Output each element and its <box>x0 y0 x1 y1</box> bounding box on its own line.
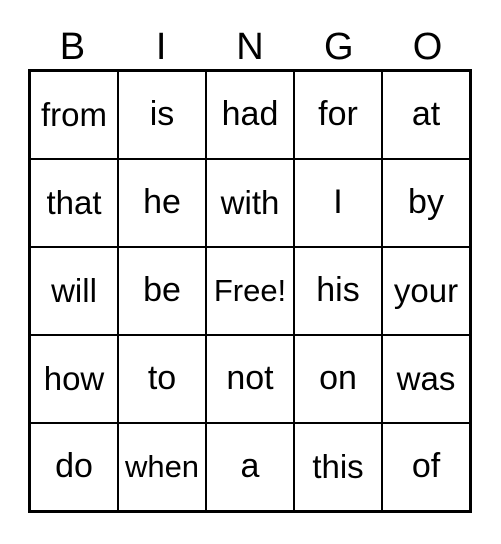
bingo-cell-o3[interactable]: your <box>381 248 469 334</box>
bingo-cell-g1[interactable]: for <box>293 72 381 158</box>
bingo-header-letter-g: G <box>324 26 354 68</box>
bingo-cell-o4[interactable]: was <box>381 336 469 422</box>
bingo-cell-g4[interactable]: on <box>293 336 381 422</box>
bingo-cell-label: had <box>221 95 279 134</box>
bingo-cell-label: when <box>124 448 200 484</box>
bingo-cell-n5[interactable]: a <box>205 424 293 510</box>
bingo-free-space-label: Free! <box>213 272 287 308</box>
bingo-card: B I N G O from is had for at that he wit… <box>0 0 501 544</box>
bingo-cell-n2[interactable]: with <box>205 160 293 246</box>
bingo-cell-label: his <box>316 271 360 310</box>
bingo-cell-b2[interactable]: that <box>31 160 117 246</box>
bingo-cell-o5[interactable]: of <box>381 424 469 510</box>
bingo-cell-label: I <box>333 183 343 222</box>
bingo-cell-label: with <box>220 183 280 221</box>
bingo-cell-label: be <box>143 271 181 310</box>
bingo-cell-i3[interactable]: be <box>117 248 205 334</box>
bingo-cell-o1[interactable]: at <box>381 72 469 158</box>
bingo-cell-b3[interactable]: will <box>31 248 117 334</box>
bingo-cell-b4[interactable]: how <box>31 336 117 422</box>
bingo-cell-label: this <box>312 447 364 485</box>
bingo-cell-label: that <box>46 183 102 221</box>
bingo-cell-n1[interactable]: had <box>205 72 293 158</box>
bingo-cell-label: to <box>147 359 177 398</box>
bingo-cell-label: was <box>396 359 456 397</box>
bingo-cell-label: at <box>411 95 441 134</box>
bingo-cell-b1[interactable]: from <box>31 72 117 158</box>
bingo-cell-label: from <box>41 95 107 133</box>
bingo-cell-o2[interactable]: by <box>381 160 469 246</box>
bingo-header-letter-n: N <box>236 26 264 68</box>
bingo-cell-label: how <box>43 359 105 397</box>
bingo-cell-label: a <box>240 447 260 486</box>
bingo-cell-b5[interactable]: do <box>31 424 117 510</box>
bingo-cell-label: of <box>411 447 441 486</box>
bingo-cell-g3[interactable]: his <box>293 248 381 334</box>
bingo-row: how to not on was <box>31 334 469 422</box>
bingo-row: will be Free! his your <box>31 246 469 334</box>
bingo-cell-label: your <box>393 271 459 309</box>
bingo-header-row: B I N G O <box>28 18 472 66</box>
bingo-cell-label: will <box>51 271 97 309</box>
bingo-row: from is had for at <box>31 72 469 158</box>
bingo-cell-label: he <box>143 183 181 222</box>
bingo-cell-label: for <box>318 95 358 134</box>
bingo-cell-g5[interactable]: this <box>293 424 381 510</box>
bingo-cell-free-space[interactable]: Free! <box>205 248 293 334</box>
bingo-cell-label: on <box>319 359 357 398</box>
bingo-row: that he with I by <box>31 158 469 246</box>
bingo-cell-label: do <box>55 447 93 486</box>
bingo-cell-label: by <box>408 183 444 222</box>
bingo-header-letter-i: I <box>155 26 167 68</box>
bingo-cell-i1[interactable]: is <box>117 72 205 158</box>
bingo-cell-label: is <box>149 95 175 134</box>
bingo-cell-i2[interactable]: he <box>117 160 205 246</box>
bingo-header-letter-b: B <box>59 26 86 68</box>
bingo-cell-i5[interactable]: when <box>117 424 205 510</box>
bingo-row: do when a this of <box>31 422 469 510</box>
bingo-cell-i4[interactable]: to <box>117 336 205 422</box>
bingo-cell-g2[interactable]: I <box>293 160 381 246</box>
bingo-grid: from is had for at that he with I by wil… <box>28 69 472 513</box>
bingo-cell-n4[interactable]: not <box>205 336 293 422</box>
bingo-header-letter-o: O <box>412 26 443 68</box>
bingo-cell-label: not <box>226 359 274 398</box>
